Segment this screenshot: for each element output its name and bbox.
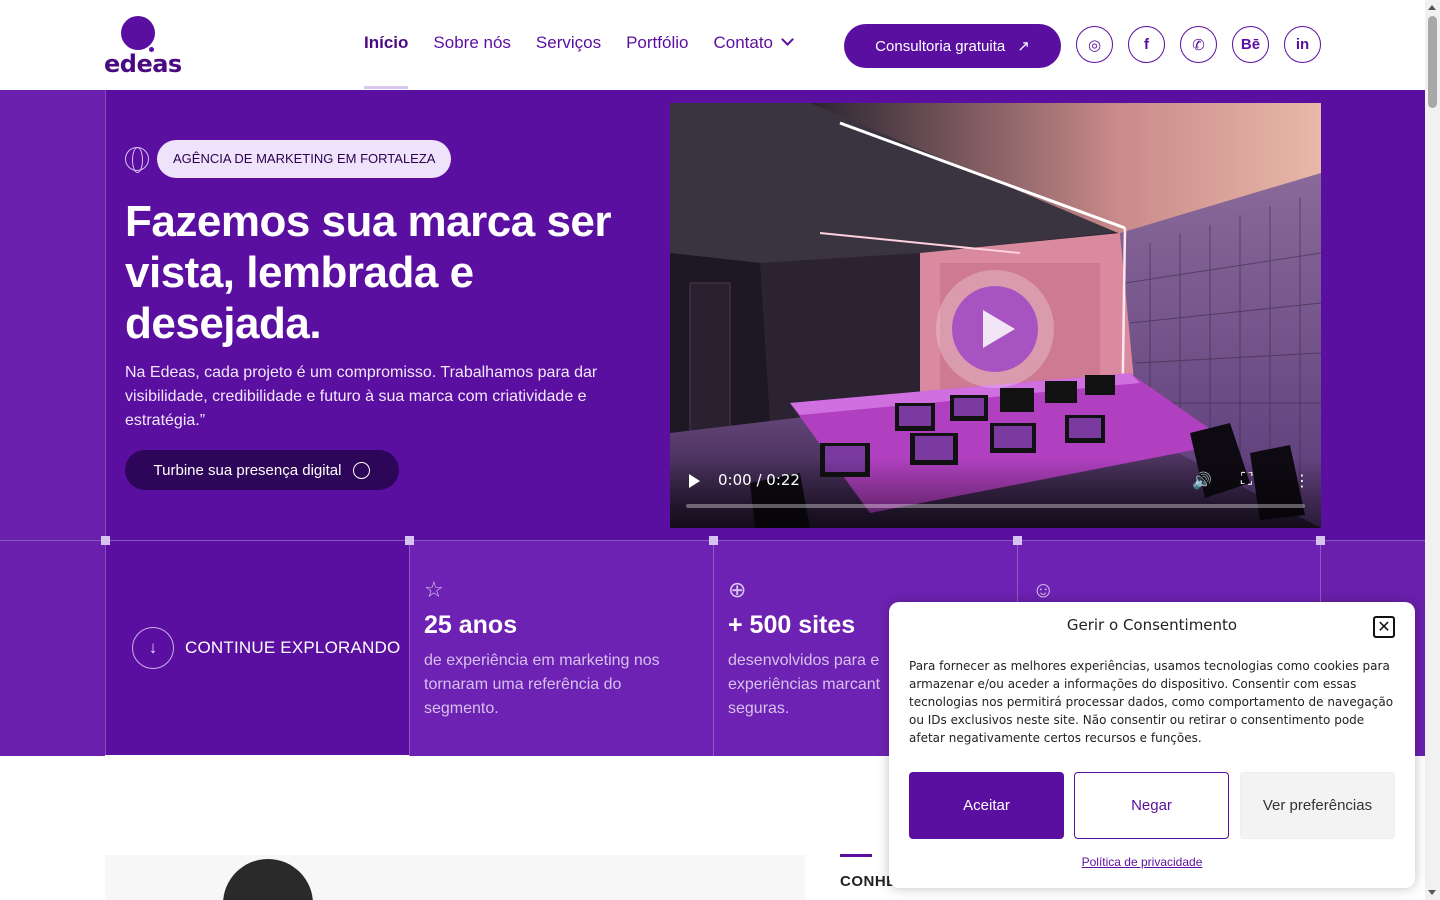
volume-icon[interactable]: 🔊 (1192, 471, 1212, 491)
nav-item-portfolio[interactable]: Portfólio (626, 33, 688, 53)
play-icon (983, 310, 1015, 348)
video-play-icon[interactable] (689, 474, 700, 488)
star-icon: ☆ (424, 577, 444, 602)
hero-subtitle: Na Edeas, cada projeto é um compromisso.… (125, 364, 598, 429)
fullscreen-icon[interactable]: ⛶ (1241, 471, 1252, 489)
video-progress-bar[interactable] (686, 504, 1305, 508)
grid-corner-marker (405, 536, 414, 545)
arrow-down-icon: ↓ (132, 627, 174, 669)
privacy-policy-link[interactable]: Política de privacidade (889, 855, 1395, 869)
chevron-down-icon (781, 33, 794, 46)
consultoria-button[interactable]: Consultoria gratuita ↗ (844, 24, 1061, 68)
nav-item-sobre-nos[interactable]: Sobre nós (433, 33, 511, 53)
social-links: ◎ f ✆ Bē in (1076, 26, 1321, 63)
linkedin-icon[interactable]: in (1284, 26, 1321, 63)
grid-corner-marker (1013, 536, 1022, 545)
close-icon[interactable]: ✕ (1373, 616, 1395, 638)
accept-button[interactable]: Aceitar (909, 772, 1064, 839)
stat-description: de experiência em marketing nos tornaram… (424, 652, 660, 717)
stat-number: 25 anos (424, 611, 518, 639)
consent-title: Gerir o Consentimento (1066, 616, 1238, 634)
view-preferences-button[interactable]: Ver preferências (1240, 772, 1395, 839)
stat-description: desenvolvidos para e experiências marcan… (728, 652, 881, 717)
video-time: 0:00 / 0:22 (718, 471, 800, 489)
hero-badge-row: AGÊNCIA DE MARKETING EM FORTALEZA (125, 140, 452, 178)
stat-number: + 500 sites (728, 611, 856, 639)
nav-item-servicos[interactable]: Serviços (536, 33, 601, 53)
behance-icon[interactable]: Bē (1232, 26, 1269, 63)
hero-section: AGÊNCIA DE MARKETING EM FORTALEZA Fazemo… (0, 90, 1425, 540)
turbine-button-label: Turbine sua presença digital (153, 461, 342, 479)
stats-left-strip (0, 541, 105, 756)
arrow-up-right-icon: ↗ (1017, 38, 1030, 55)
nav-item-contato-label: Contato (713, 33, 774, 52)
grid-line (105, 541, 106, 756)
scroll-down-arrow[interactable] (1428, 890, 1436, 895)
person-photo (223, 859, 313, 900)
globe-icon: ⊕ (728, 577, 747, 602)
globe-heart-icon (125, 147, 149, 173)
grid-line (409, 541, 410, 756)
continue-exploring-label: CONTINUE EXPLORANDO (185, 638, 401, 657)
continue-exploring-link[interactable]: ↓ CONTINUE EXPLORANDO (132, 627, 400, 669)
main-nav: Início Sobre nós Serviços Portfólio Cont… (364, 33, 817, 89)
consultoria-button-label: Consultoria gratuita (875, 37, 1006, 55)
hero-video[interactable]: 0:00 / 0:22 🔊 ⛶ ⋮ (670, 103, 1321, 528)
nav-item-contato[interactable]: Contato (713, 33, 794, 53)
instagram-icon[interactable]: ◎ (1076, 26, 1113, 63)
about-photo-card (105, 855, 805, 900)
video-controls (670, 458, 1321, 528)
nav-item-inicio[interactable]: Início (364, 33, 409, 89)
page-scrollbar[interactable] (1425, 0, 1440, 900)
grid-line (105, 90, 106, 540)
site-header: edeas Início Sobre nós Serviços Portfóli… (0, 0, 1425, 90)
hero-left-strip (0, 90, 105, 540)
facebook-icon[interactable]: f (1128, 26, 1165, 63)
whatsapp-icon[interactable]: ✆ (1180, 26, 1217, 63)
more-options-icon[interactable]: ⋮ (1294, 471, 1310, 491)
hero-title: Fazemos sua marca ser vista, lembrada e … (125, 197, 612, 348)
consent-text: Para fornecer as melhores experiências, … (909, 659, 1394, 745)
grid-corner-marker (1316, 536, 1325, 545)
scroll-up-arrow[interactable] (1428, 5, 1436, 10)
deny-button[interactable]: Negar (1074, 772, 1229, 839)
logo-text: edeas (104, 50, 182, 78)
smile-icon: ☺ (1032, 577, 1055, 602)
grid-corner-marker (709, 536, 718, 545)
hero-badge: AGÊNCIA DE MARKETING EM FORTALEZA (157, 140, 452, 178)
section-accent-line (840, 854, 872, 857)
edeas-logo[interactable]: edeas (104, 14, 182, 78)
whatsapp-icon (353, 461, 371, 479)
turbine-presence-button[interactable]: Turbine sua presença digital (125, 450, 399, 490)
scroll-thumb[interactable] (1428, 16, 1437, 108)
grid-corner-marker (101, 536, 110, 545)
consent-dialog: Gerir o Consentimento ✕ Para fornecer as… (889, 602, 1415, 888)
play-overlay-button[interactable] (936, 270, 1054, 388)
grid-line (713, 541, 714, 756)
